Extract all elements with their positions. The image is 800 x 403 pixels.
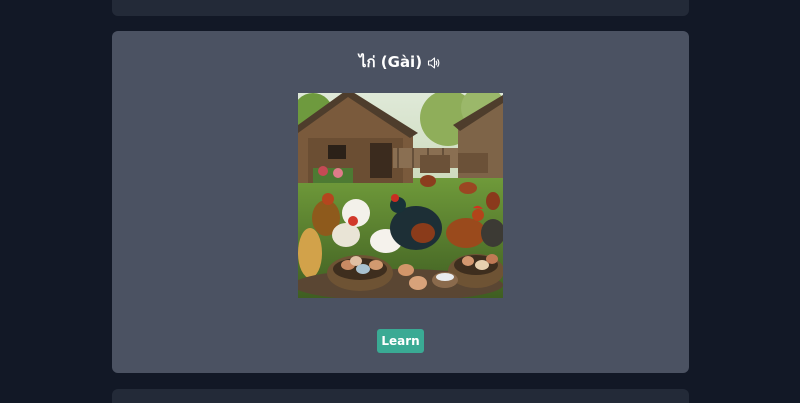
lesson-page: ไก่ (Gài) Learn <box>0 0 800 403</box>
word-header: ไก่ (Gài) <box>0 50 800 74</box>
speaker-icon[interactable] <box>427 55 441 69</box>
previous-card <box>112 0 689 16</box>
learn-button[interactable]: Learn <box>377 329 424 353</box>
chicken-farm-image <box>298 93 503 298</box>
word-title: ไก่ (Gài) <box>358 53 423 71</box>
next-card <box>112 389 689 403</box>
